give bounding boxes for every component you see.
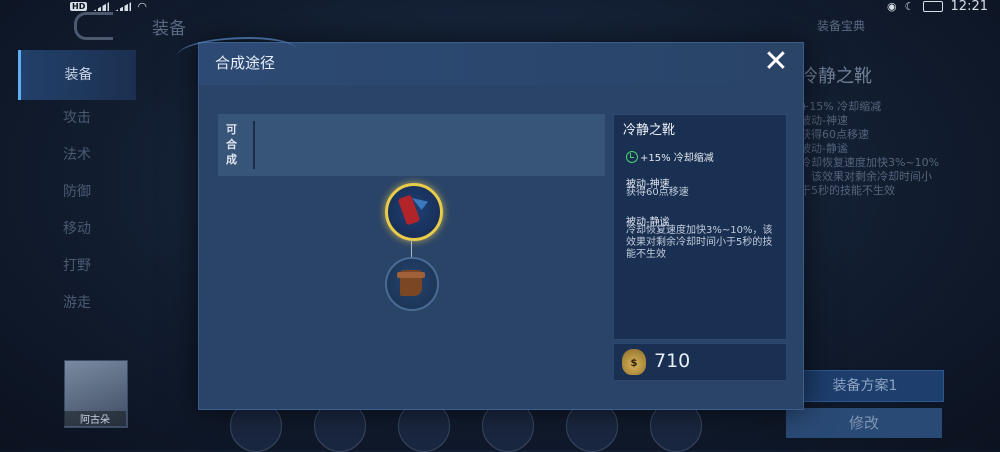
dialog-title: 合成途径: [215, 54, 276, 72]
category-defense[interactable]: 防御: [18, 174, 136, 211]
divider: [253, 121, 255, 169]
page-title: 装备: [152, 19, 186, 39]
equipment-plan-button[interactable]: 装备方案1: [786, 370, 944, 402]
dialog-header: 合成途径 ✕: [177, 37, 803, 85]
combinable-items-box: 可合成: [218, 114, 605, 176]
bg-line: 被动-神速: [800, 114, 848, 127]
equipment-guide-link[interactable]: 装备宝典: [817, 17, 865, 34]
category-movement[interactable]: 移动: [18, 211, 136, 248]
gold-bag-icon: $: [622, 349, 646, 375]
boot-red-shape: [397, 194, 421, 226]
modify-button[interactable]: 修改: [786, 408, 942, 438]
moon-icon: ☾: [904, 0, 915, 13]
signal-icon-2: [115, 2, 132, 11]
back-button[interactable]: [74, 12, 113, 40]
bg-line: ，该效果对剩余冷却时间小: [800, 170, 932, 183]
bg-line: +15% 冷却缩减: [800, 100, 882, 113]
status-time: 12:21: [950, 0, 988, 14]
cooldown-icon: [626, 150, 638, 163]
bg-line: 于5秒的技能不生效: [800, 184, 895, 197]
stat-cooldown: +15% 冷却缩减: [626, 149, 714, 164]
combinable-label: 可合成: [226, 123, 237, 166]
eye-icon: ◉: [887, 0, 897, 13]
item-info-panel: 冷静之靴 +15% 冷却缩减 被动-神速 获得60点移速 被动-静谧 冷却恢复速…: [613, 114, 787, 340]
bg-item-title: 冷静之靴: [800, 66, 872, 87]
craft-path-dialog: 合成途径 ✕ 可合成 冷静之靴 +15% 冷却缩减 被动-神速 获得60点移速 …: [177, 37, 804, 410]
category-roam[interactable]: 游走: [18, 285, 136, 322]
price-box: $ 710: [613, 343, 787, 381]
signal-icon: [93, 2, 110, 11]
stat-text: +15% 冷却缩减: [640, 153, 714, 164]
category-attack[interactable]: 攻击: [18, 100, 136, 137]
passive-desc-speed: 获得60点移速: [626, 187, 689, 198]
bg-line: 被动-静谧: [800, 142, 848, 155]
battery-icon: [922, 1, 943, 12]
tree-connector: [411, 239, 412, 257]
bg-line: 冷却恢复速度加快3%~10%: [800, 156, 940, 169]
category-equipment[interactable]: 装备: [18, 50, 136, 100]
category-jungle[interactable]: 打野: [18, 248, 136, 285]
category-menu: 装备 攻击 法术 防御 移动 打野 游走: [18, 50, 136, 322]
hd-badge: HD: [70, 2, 88, 11]
close-icon[interactable]: ✕: [761, 47, 791, 77]
bg-line: 获得60点移速: [800, 128, 869, 141]
wifi-icon: ◠: [137, 0, 147, 13]
passive-desc-calm: 冷却恢复速度加快3%~10%，该效果对剩余冷却时间小于5秒的技能不生效: [626, 225, 773, 260]
status-bar: HD ◠ ◉ ☾ 12:21: [0, 0, 1000, 14]
price-value: 710: [654, 350, 691, 372]
item-name: 冷静之靴: [623, 123, 676, 138]
bg-item-desc: +15% 冷却缩减 被动-神速 获得60点移速 被动-静谧 冷却恢复速度加快3%…: [800, 100, 940, 198]
category-magic[interactable]: 法术: [18, 137, 136, 174]
calm-boots-icon[interactable]: [385, 183, 443, 241]
status-right: ◉ ☾ 12:21: [887, 0, 988, 14]
hero-name: 阿古朵: [64, 411, 126, 426]
boot-brown-shape: [397, 270, 425, 296]
basic-boots-icon[interactable]: [385, 257, 439, 311]
